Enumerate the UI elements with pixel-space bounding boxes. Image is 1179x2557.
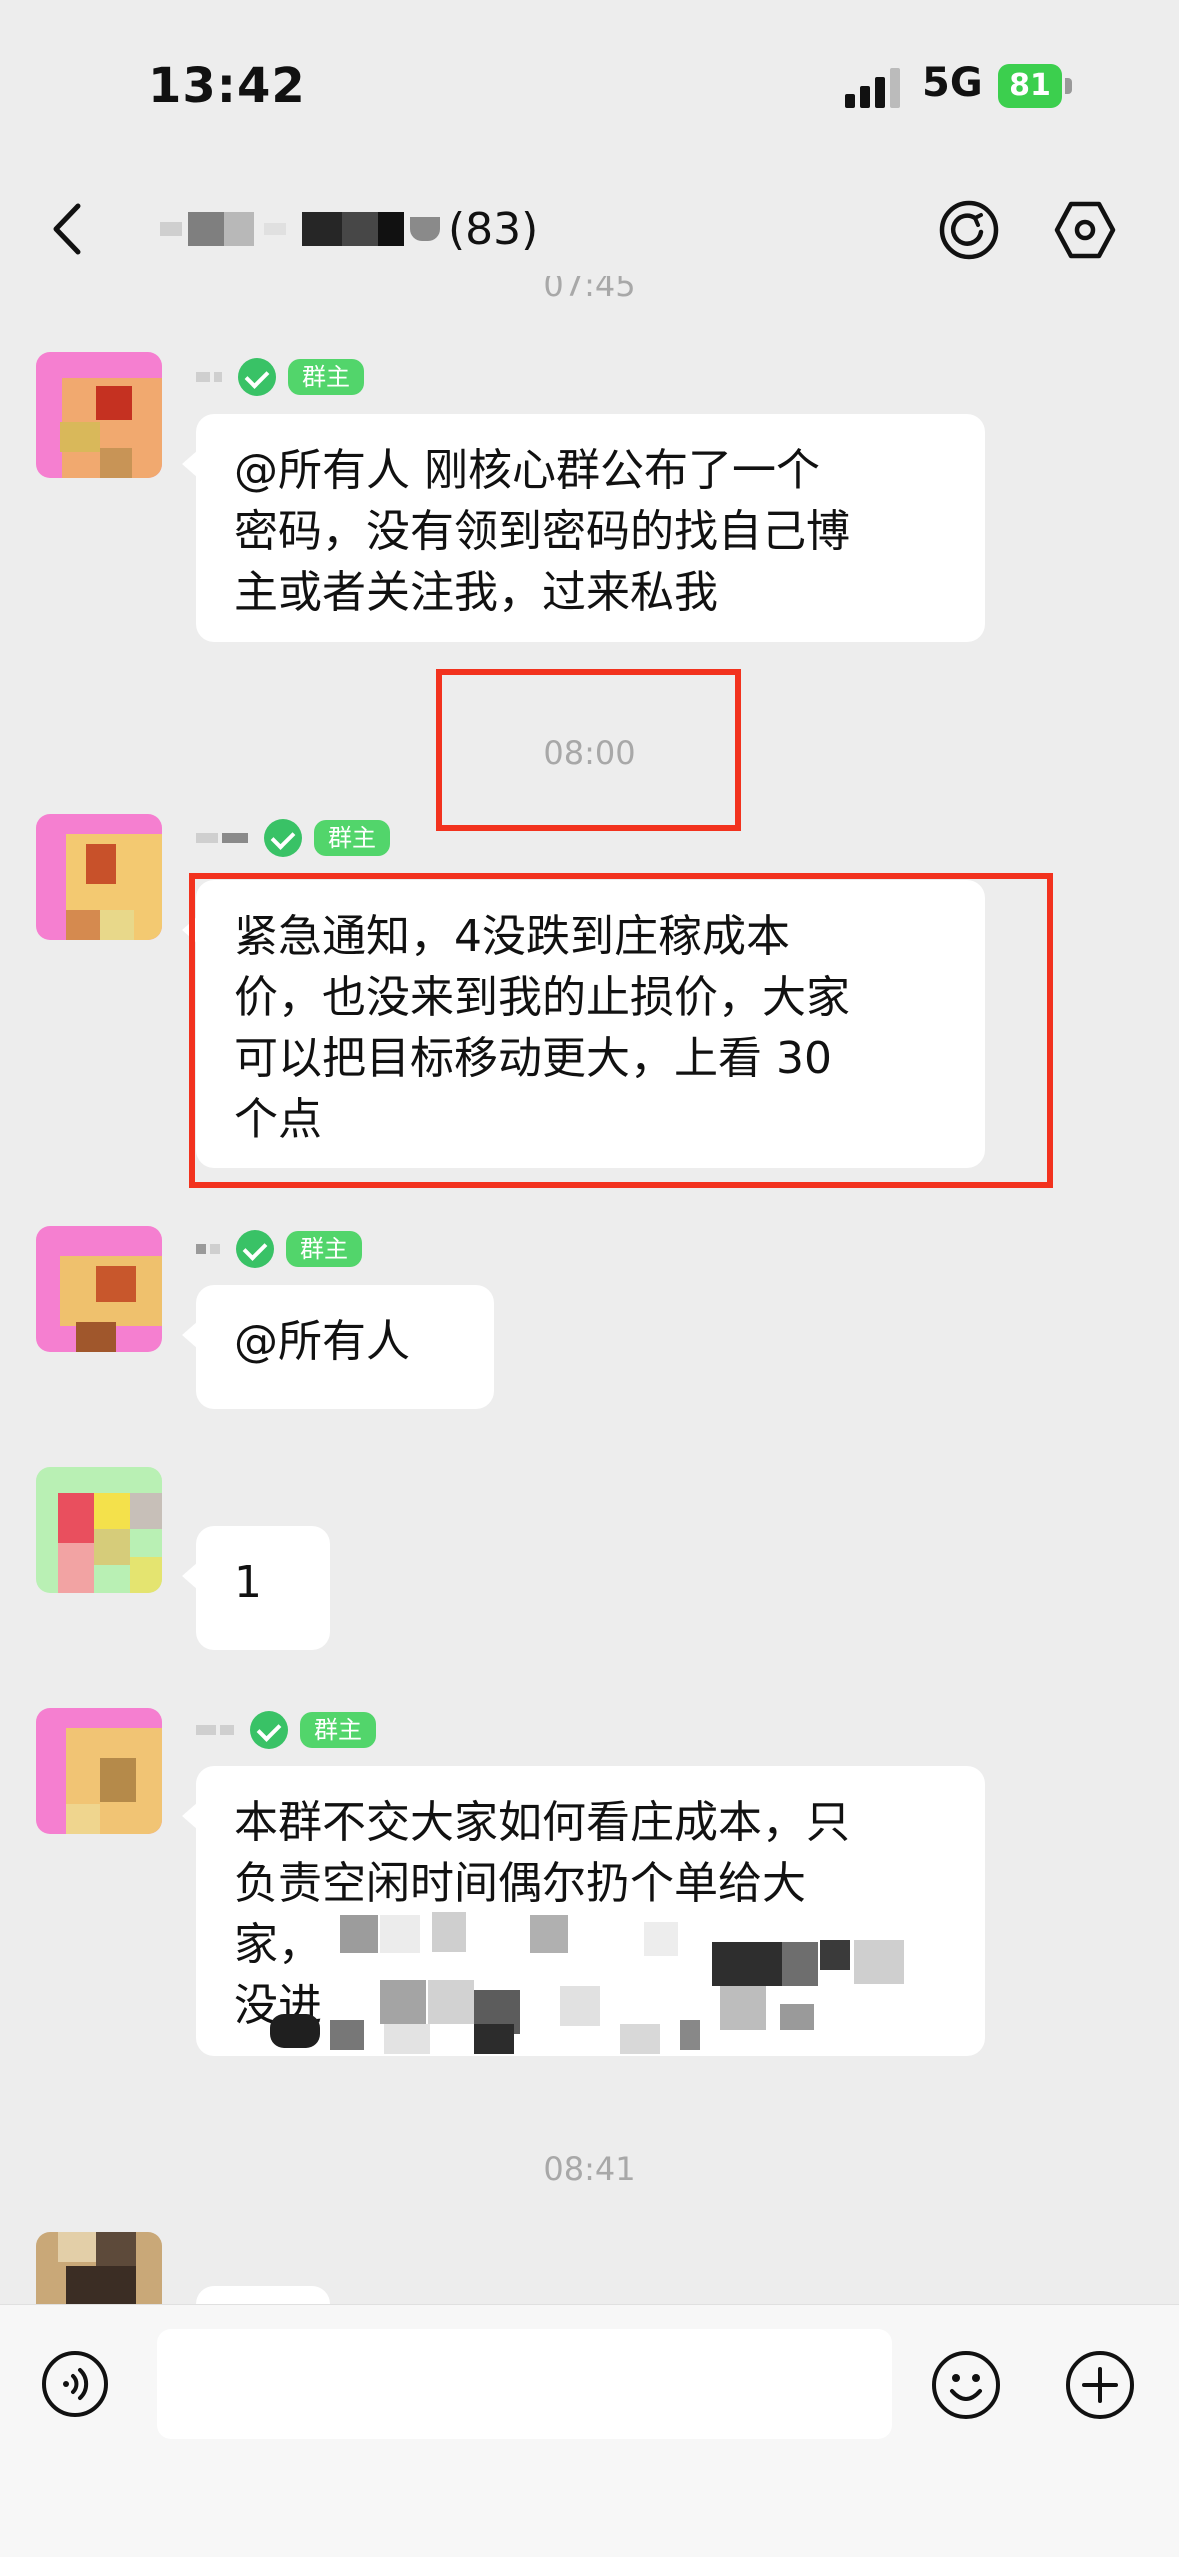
group-title[interactable]: (83) xyxy=(160,196,538,262)
sender-row: 群主 xyxy=(196,1710,376,1750)
message-bubble[interactable]: @所有人 xyxy=(182,1285,494,1409)
message-input[interactable] xyxy=(157,2329,892,2439)
owner-badge: 群主 xyxy=(300,1712,376,1748)
battery-icon: 81 xyxy=(998,64,1072,108)
timestamp: 08:00 xyxy=(543,734,636,772)
owner-badge: 群主 xyxy=(286,1231,362,1267)
input-bar xyxy=(0,2304,1179,2557)
chat-header: (83) xyxy=(0,170,1179,290)
status-bar: 13:42 5G 81 xyxy=(0,0,1179,170)
verified-icon xyxy=(264,819,302,857)
avatar[interactable] xyxy=(36,814,162,940)
back-arrow-icon[interactable] xyxy=(40,196,100,262)
message-bubble[interactable] xyxy=(182,2286,330,2350)
member-count: (83) xyxy=(448,203,539,255)
avatar[interactable] xyxy=(36,1708,162,1834)
battery-level: 81 xyxy=(998,64,1062,108)
sender-row: 群主 xyxy=(196,818,390,858)
timestamp-partial: 07:45 xyxy=(543,276,636,304)
message-bubble[interactable]: 1 xyxy=(182,1526,330,1650)
avatar[interactable] xyxy=(36,1467,162,1593)
verified-icon xyxy=(250,1711,288,1749)
avatar[interactable] xyxy=(36,352,162,478)
voice-icon[interactable] xyxy=(40,2349,110,2419)
verified-icon xyxy=(238,358,276,396)
message-bubble[interactable]: @所有人 刚核心群公布了一个 密码，没有领到密码的找自己博 主或者关注我，过来私… xyxy=(182,414,985,642)
signal-icon xyxy=(845,68,901,108)
plus-icon[interactable] xyxy=(1064,2349,1136,2421)
settings-icon[interactable] xyxy=(1051,196,1119,264)
timestamp: 08:41 xyxy=(543,2150,636,2188)
sender-row: 群主 xyxy=(196,1229,362,1269)
sender-row: 群主 xyxy=(196,357,364,397)
verified-icon xyxy=(236,1230,274,1268)
avatar[interactable] xyxy=(36,1226,162,1352)
emoji-icon[interactable] xyxy=(930,2349,1002,2421)
avatar[interactable] xyxy=(36,2232,162,2304)
redacted-group-name xyxy=(160,212,440,246)
highlight-box xyxy=(189,873,1053,1188)
history-icon[interactable] xyxy=(935,196,1003,264)
owner-badge: 群主 xyxy=(314,820,390,856)
network-type: 5G xyxy=(922,60,983,106)
status-time: 13:42 xyxy=(148,58,306,114)
owner-badge: 群主 xyxy=(288,359,364,395)
